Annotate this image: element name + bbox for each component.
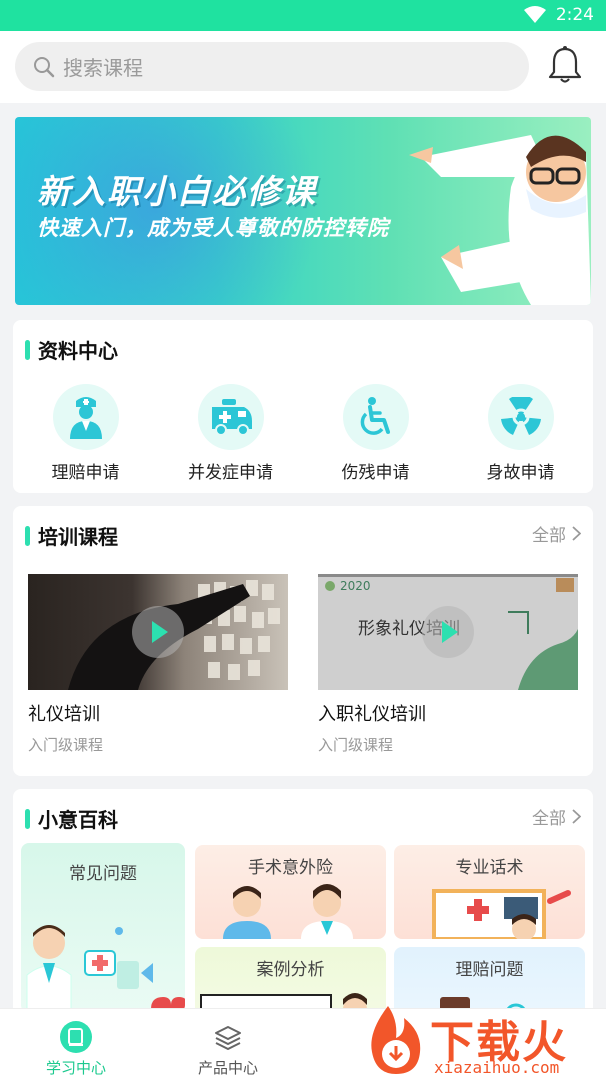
- nurse-icon: [69, 397, 102, 439]
- promo-banner[interactable]: 新入职小白必修课 快速入门，成为受人尊敬的防控转院: [15, 117, 591, 305]
- claim-application-label: 理赔申请: [51, 463, 120, 483]
- thumb-year: 2020: [340, 579, 371, 593]
- tab-product-center-label: 产品中心: [197, 1059, 258, 1077]
- tab-product-center[interactable]: 产品中心: [196, 1021, 260, 1078]
- death-application-button[interactable]: 身故申请: [448, 384, 593, 483]
- wiki-tile-professional-scripts[interactable]: 专业话术: [394, 845, 585, 939]
- banner-subtitle: 快速入门，成为受人尊敬的防控转院: [37, 216, 389, 240]
- doctor-illustration: [26, 925, 185, 1013]
- resource-center-title: 资料中心: [38, 339, 118, 363]
- play-icon[interactable]: [132, 606, 184, 658]
- wiki-tile-surgery-insurance[interactable]: 手术意外险: [195, 845, 386, 939]
- layers-icon: [215, 1026, 241, 1050]
- header: 搜索课程: [0, 31, 606, 103]
- course-title: 礼仪培训: [28, 704, 100, 725]
- training-more-link[interactable]: 全部: [532, 521, 581, 546]
- banner-title: 新入职小白必修课: [37, 172, 317, 211]
- disability-application-button[interactable]: 伤残申请: [303, 384, 448, 483]
- wiki-tile-faq[interactable]: 常见问题: [21, 843, 185, 1013]
- wifi-icon: [523, 6, 546, 23]
- watermark: 下载火 xiazaihuo.com: [358, 1002, 598, 1080]
- medical-board-illustration: [432, 889, 571, 939]
- search-icon: [34, 56, 55, 77]
- disability-application-label: 伤残申请: [341, 463, 410, 483]
- chevron-right-icon: [572, 809, 581, 824]
- tab-learning-center[interactable]: 学习中心: [44, 1021, 108, 1078]
- search-placeholder: 搜索课程: [63, 56, 143, 80]
- course-thumbnail: [28, 574, 288, 690]
- search-input[interactable]: 搜索课程: [15, 42, 529, 91]
- doctor-illustration: [409, 135, 591, 305]
- wiki-title: 小意百科: [38, 808, 118, 832]
- bell-icon[interactable]: [548, 45, 582, 85]
- complication-application-label: 并发症申请: [188, 463, 273, 483]
- claim-application-button[interactable]: 理赔申请: [13, 384, 158, 483]
- course-level: 入门级课程: [318, 736, 394, 754]
- wiki-more-link[interactable]: 全部: [532, 804, 581, 829]
- status-bar: 2:24: [0, 0, 606, 31]
- chevron-right-icon: [572, 526, 581, 541]
- death-application-label: 身故申请: [486, 463, 555, 483]
- flame-logo-icon: [371, 1006, 421, 1074]
- course-card[interactable]: 礼仪培训 入门级课程: [28, 574, 288, 755]
- watermark-url: xiazaihuo.com: [434, 1058, 560, 1077]
- training-courses-title: 培训课程: [38, 525, 118, 549]
- training-courses-card: 培训课程 全部 礼仪培训 入门级课程 2020 形象礼仪培训 入职礼仪培训 入门…: [13, 506, 593, 776]
- course-level: 入门级课程: [28, 736, 104, 754]
- resource-center-card: 资料中心 理赔申请 并发症申请 伤残申请 身故申请: [13, 320, 593, 493]
- wheelchair-icon: [360, 397, 390, 435]
- status-time: 2:24: [555, 5, 594, 25]
- tab-learning-center-label: 学习中心: [45, 1059, 106, 1077]
- course-title: 入职礼仪培训: [318, 704, 426, 725]
- complication-application-button[interactable]: 并发症申请: [158, 384, 303, 483]
- play-icon[interactable]: [422, 606, 474, 658]
- patient-doctor-illustration: [223, 884, 353, 939]
- course-thumbnail: 2020 形象礼仪培训: [318, 574, 578, 690]
- ambulance-icon: [211, 399, 252, 436]
- course-card[interactable]: 2020 形象礼仪培训 入职礼仪培训 入门级课程: [318, 574, 578, 755]
- learning-center-icon: [60, 1021, 92, 1053]
- radiation-icon: [500, 397, 541, 435]
